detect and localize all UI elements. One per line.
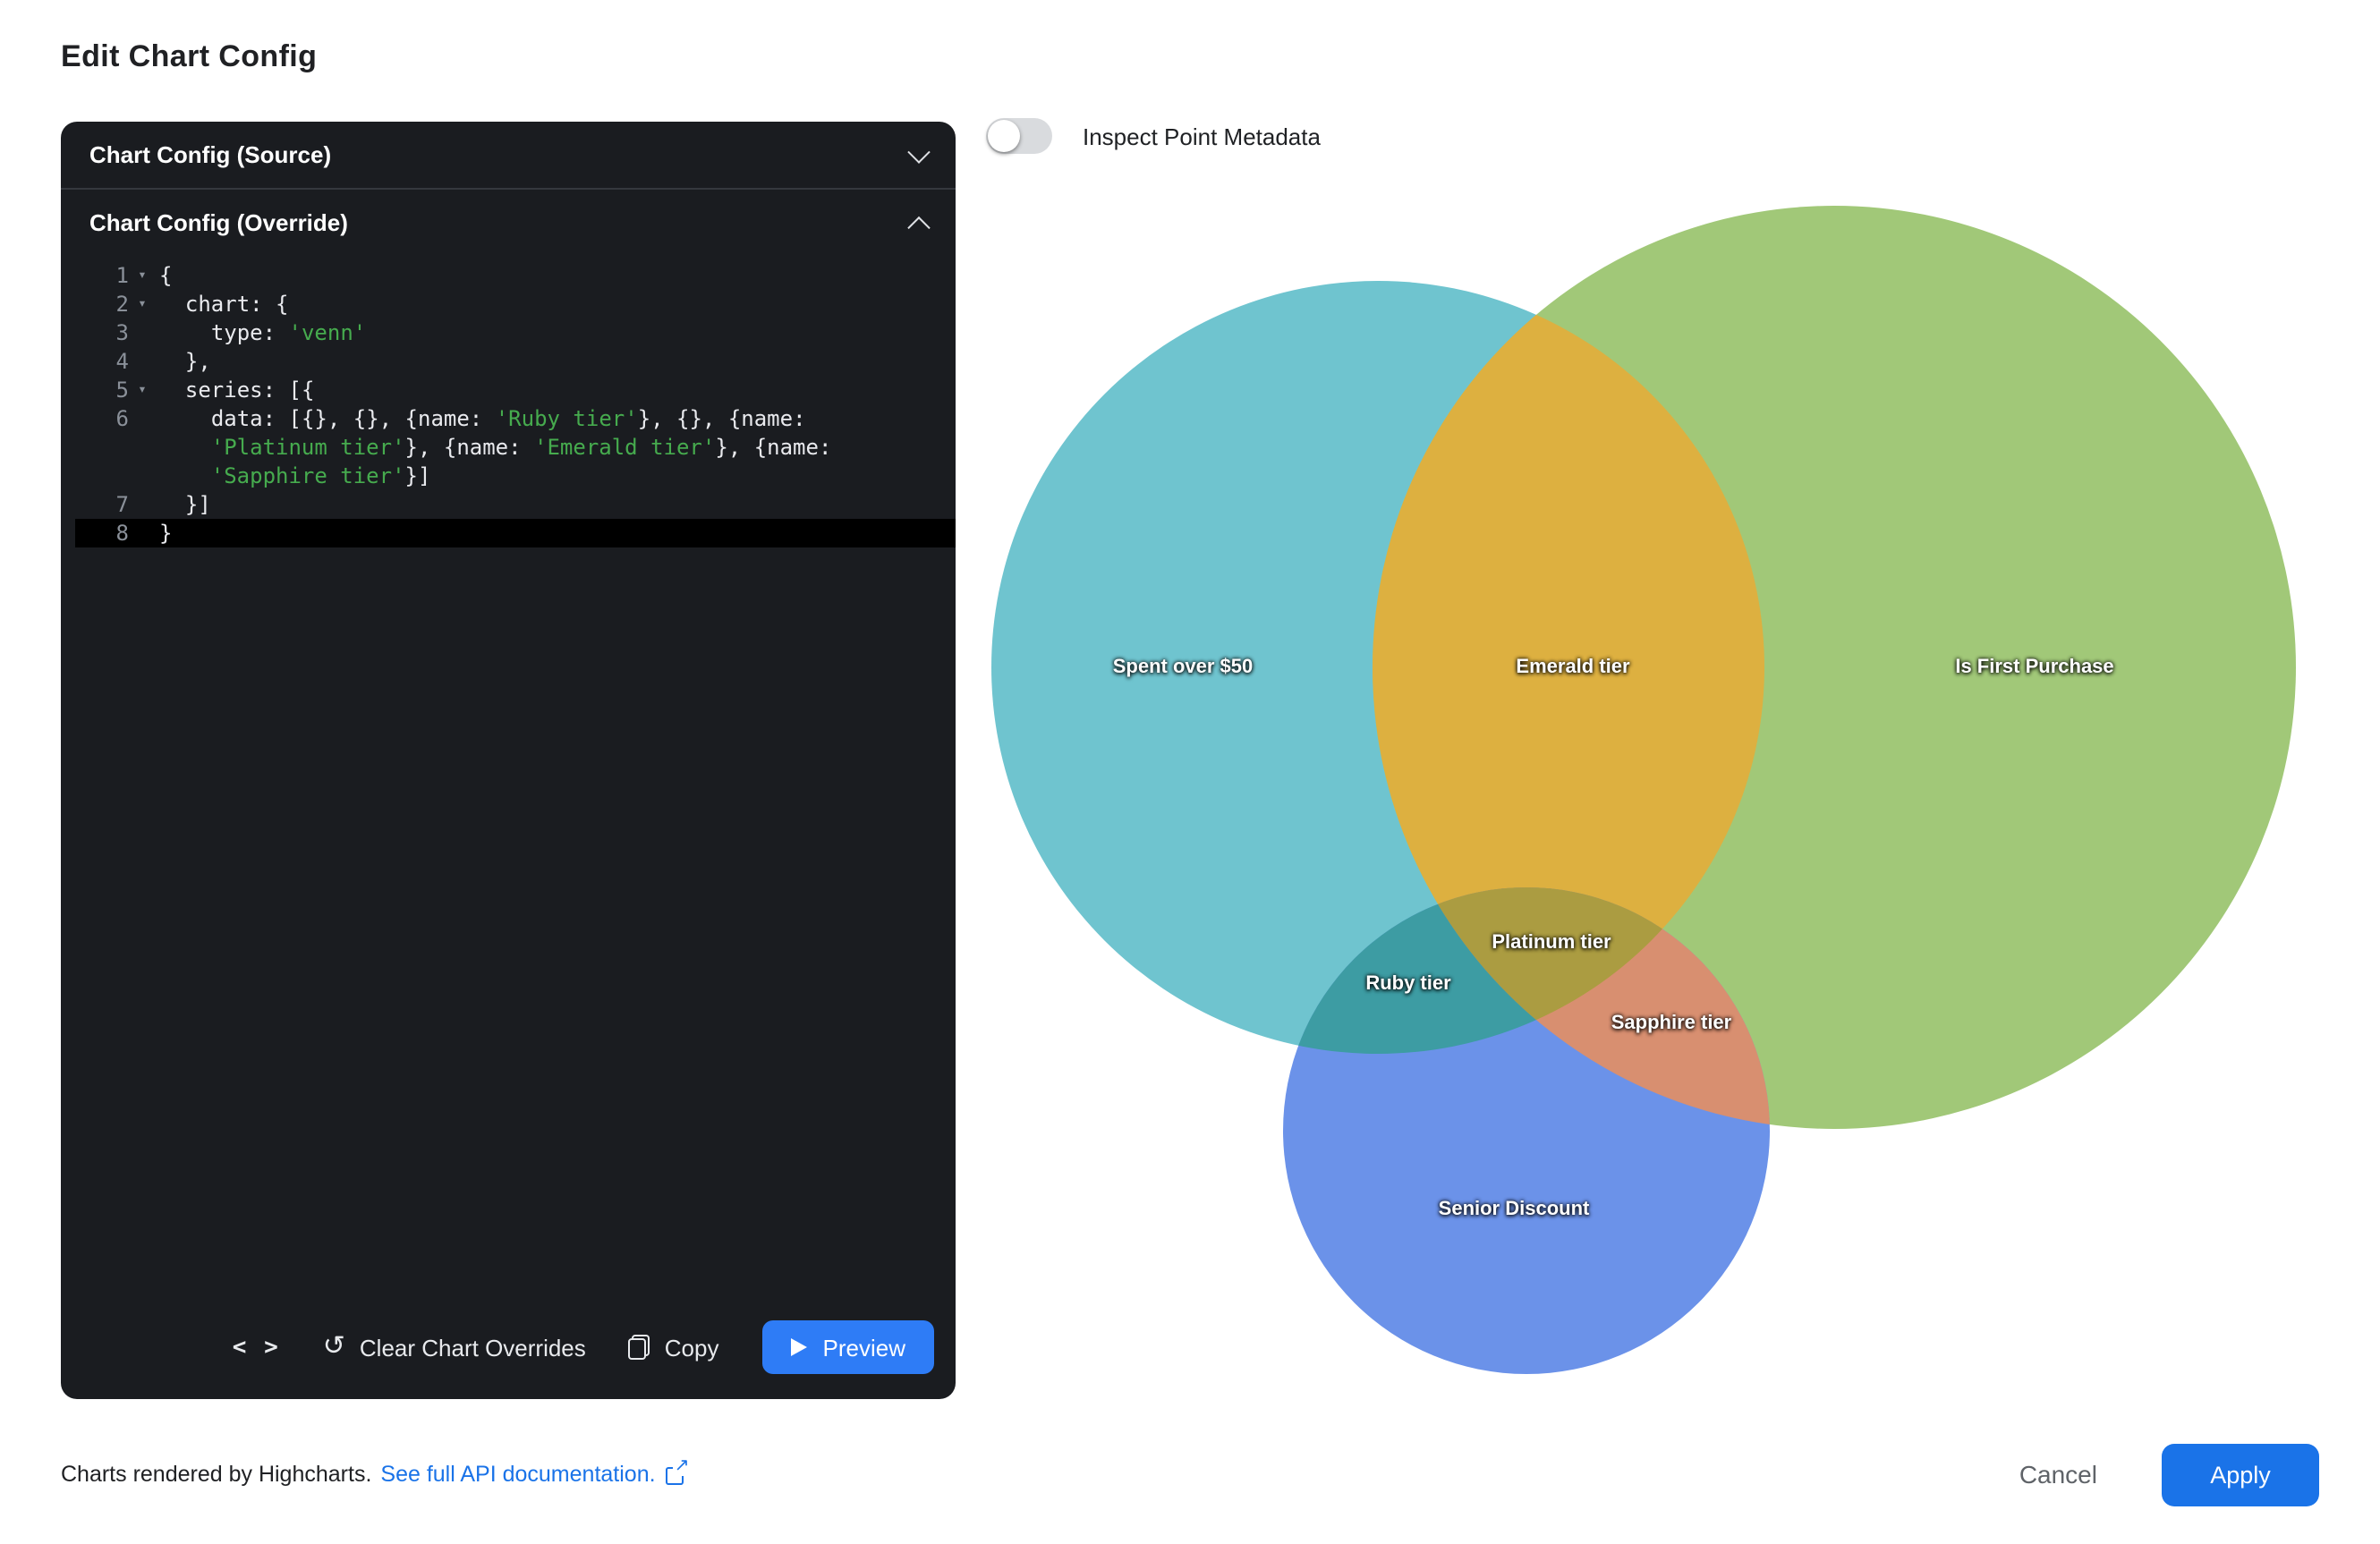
- cancel-button[interactable]: Cancel: [2009, 1458, 2108, 1490]
- edit-chart-config-dialog: Edit Chart Config Chart Config (Source) …: [0, 0, 2380, 1544]
- api-docs-link[interactable]: See full API documentation.: [380, 1462, 687, 1487]
- apply-button[interactable]: Apply: [2162, 1443, 2319, 1506]
- venn-diagram[interactable]: [0, 0, 2380, 1544]
- api-docs-link-label: See full API documentation.: [380, 1462, 655, 1487]
- footer: Charts rendered by Highcharts. See full …: [61, 1440, 2319, 1508]
- external-link-icon: [667, 1463, 688, 1485]
- highcharts-credit: Charts rendered by Highcharts.: [61, 1462, 371, 1487]
